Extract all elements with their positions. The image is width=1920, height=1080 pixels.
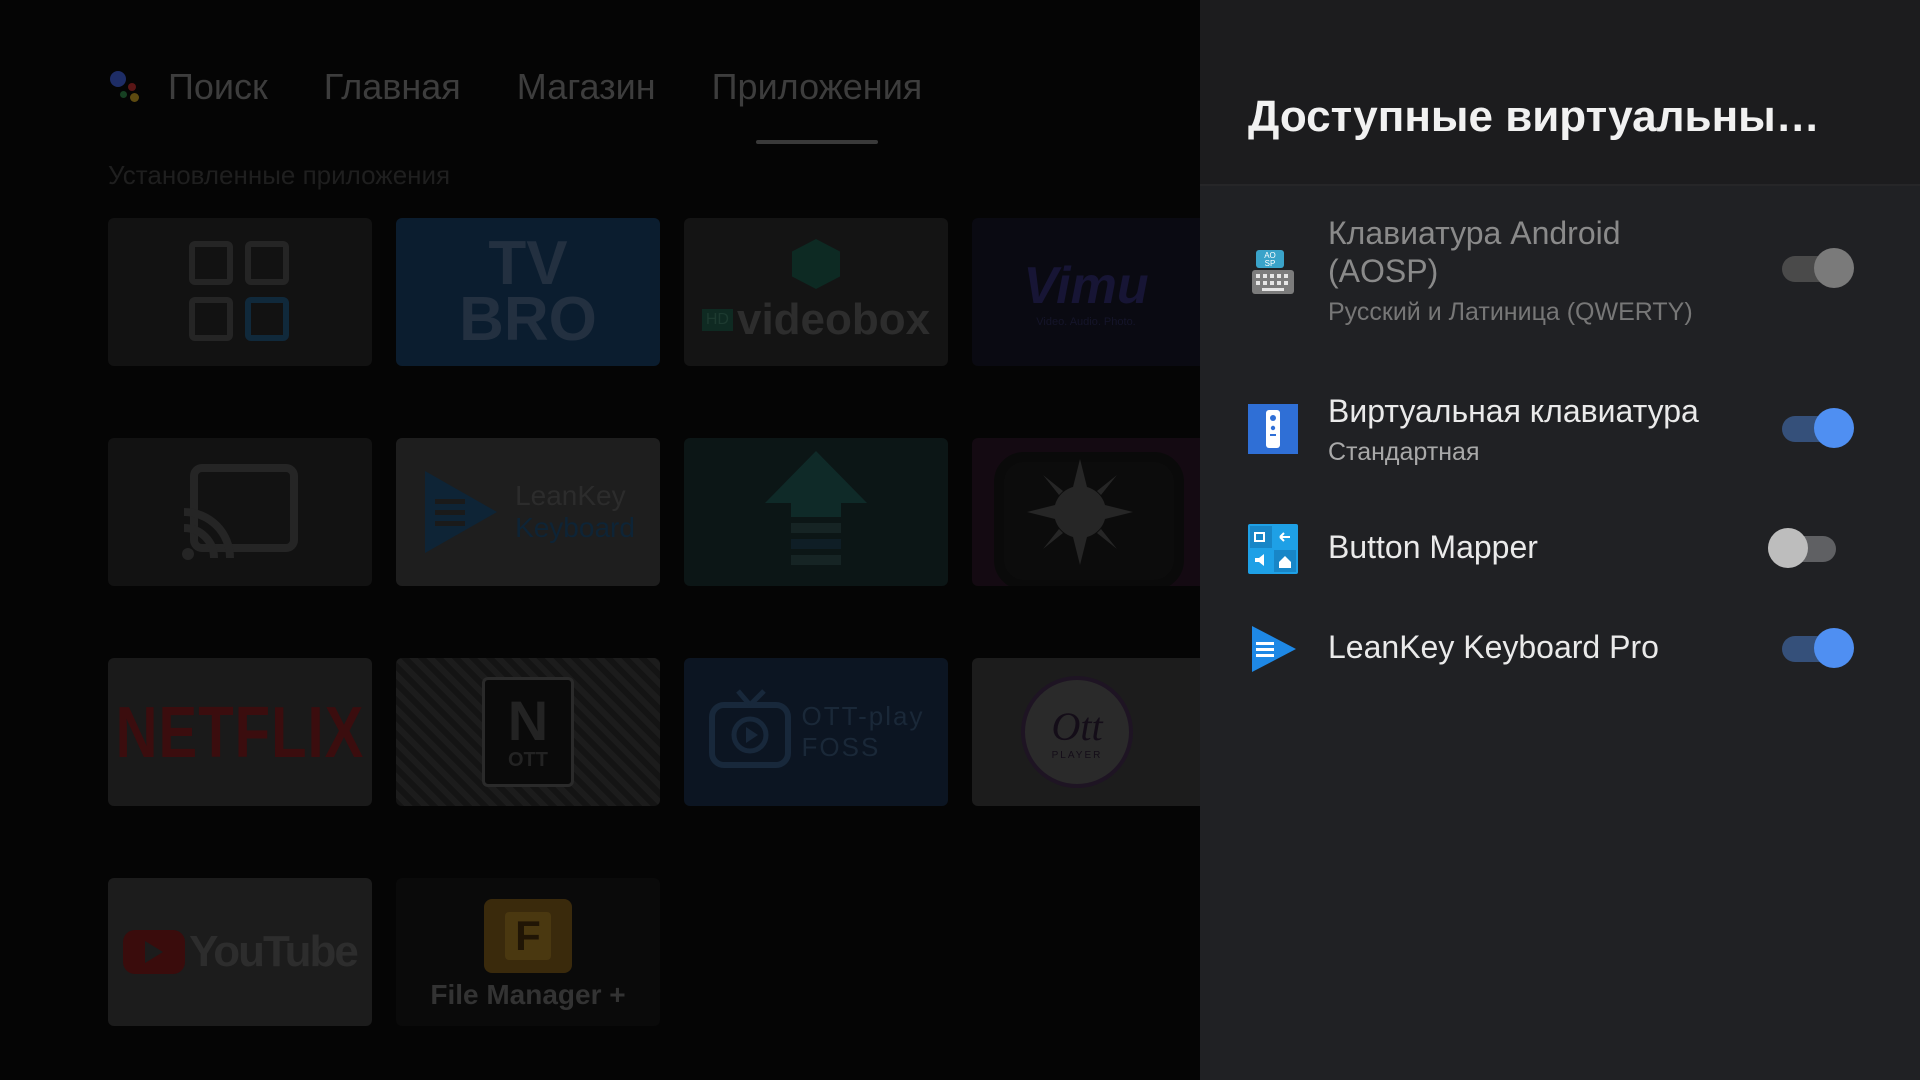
- app-tile-vimu[interactable]: Vimu Video. Audio. Photo.: [972, 218, 1200, 366]
- app-tile-youtube[interactable]: YouTube: [108, 878, 372, 1026]
- videobox-hd-badge: HD: [701, 309, 733, 331]
- app-tile-ott-play[interactable]: OTT-play FOSS: [684, 658, 948, 806]
- youtube-play-icon: [123, 930, 186, 974]
- ott-play-label-line2: FOSS: [801, 732, 881, 762]
- sun-icon: [1027, 459, 1133, 565]
- toggle-aosp[interactable]: [1782, 248, 1854, 288]
- ott-navigator-logo: N OTT: [482, 677, 574, 787]
- toggle-button-mapper[interactable]: [1768, 528, 1840, 568]
- installed-apps-heading: Установленные приложения: [108, 160, 451, 190]
- virtual-keyboards-panel: Доступные виртуальны… AO SP Клавиатура A…: [1200, 0, 1920, 1080]
- app-tile-file-manager[interactable]: F File Manager +: [396, 878, 660, 1026]
- keyboard-title-line2: (AOSP): [1328, 253, 1439, 289]
- nav-home[interactable]: Главная: [324, 66, 461, 108]
- toggle-leankey[interactable]: [1782, 628, 1854, 668]
- keyboard-subtitle: Русский и Латиница (QWERTY): [1328, 298, 1693, 326]
- app-tile-apps-grid[interactable]: [108, 218, 372, 366]
- toggle-knob: [1814, 248, 1854, 288]
- aosp-keyboard-icon: AO SP: [1252, 250, 1294, 294]
- file-manager-folder-icon: F: [484, 899, 572, 973]
- keyboard-title: Button Mapper: [1328, 529, 1538, 565]
- leankey-logo-icon: [425, 471, 498, 553]
- vimu-logo: Vimu: [1023, 257, 1149, 315]
- app-tile-ott-navigator[interactable]: N OTT: [396, 658, 660, 806]
- videobox-cube-icon: [792, 239, 840, 289]
- ott-play-tv-icon: [708, 689, 791, 768]
- top-navigation: Поиск Главная Магазин Приложения: [108, 62, 978, 144]
- ott-play-label-line1: OTT-play: [801, 701, 925, 731]
- keyboard-subtitle: Стандартная: [1328, 438, 1480, 466]
- youtube-logo-text: YouTube: [189, 927, 359, 976]
- keyboard-row-leankey[interactable]: LeanKey Keyboard Pro: [1248, 624, 1854, 674]
- app-tile-videobox[interactable]: HD videobox: [684, 218, 948, 366]
- nav-search[interactable]: Поиск: [168, 66, 268, 108]
- vimu-tagline: Video. Audio. Photo.: [1036, 316, 1136, 328]
- app-tile-cast[interactable]: [108, 438, 372, 586]
- toggle-knob: [1814, 628, 1854, 668]
- keyboard-row-button-mapper[interactable]: Button Mapper: [1248, 524, 1848, 574]
- google-assistant-icon[interactable]: [108, 67, 148, 107]
- svg-text:SP: SP: [1265, 259, 1276, 268]
- toggle-virtual-keyboard[interactable]: [1782, 408, 1854, 448]
- leankey-label-line1: LeanKey: [515, 480, 626, 511]
- panel-header: Доступные виртуальны…: [1200, 0, 1920, 186]
- panel-title: Доступные виртуальны…: [1248, 92, 1820, 141]
- leankey-label-line2: Keyboard: [515, 512, 635, 543]
- file-manager-label: File Manager +: [430, 979, 626, 1010]
- cast-icon: [182, 464, 298, 560]
- tv-bro-logo: TV BRO: [459, 229, 597, 354]
- upload-arrow-icon: [765, 451, 867, 565]
- keyboard-text-virtual: Виртуальная клавиатура Стандартная: [1328, 392, 1699, 467]
- launcher-background: Поиск Главная Магазин Приложения Установ…: [0, 0, 1200, 1080]
- toggle-knob: [1768, 528, 1808, 568]
- leankey-icon: [1252, 626, 1296, 672]
- toggle-knob: [1814, 408, 1854, 448]
- app-tile-uploader[interactable]: [684, 438, 948, 586]
- apps-grid-icon: [189, 241, 289, 341]
- ott-player-logo: Ott PLAYER: [1021, 676, 1133, 788]
- videobox-logo: videobox: [736, 295, 931, 344]
- keyboard-row-aosp[interactable]: AO SP Клавиатура Android (AOSP) Русский …: [1248, 214, 1854, 334]
- app-tile-sun[interactable]: [972, 438, 1200, 586]
- app-tile-leankey[interactable]: LeanKey Keyboard: [396, 438, 660, 586]
- keyboard-title: Клавиатура Android (AOSP): [1328, 214, 1693, 290]
- app-tile-ott-player[interactable]: Ott PLAYER: [972, 658, 1200, 806]
- netflix-logo: NETFLIX: [115, 691, 365, 773]
- keyboard-title: Виртуальная клавиатура: [1328, 393, 1699, 429]
- app-tile-tv-bro[interactable]: TV BRO: [396, 218, 660, 366]
- keyboard-text-button-mapper: Button Mapper: [1328, 528, 1538, 566]
- nav-apps[interactable]: Приложения: [712, 66, 922, 144]
- keyboard-row-virtual[interactable]: Виртуальная клавиатура Стандартная: [1248, 392, 1854, 482]
- keyboard-title: LeanKey Keyboard Pro: [1328, 629, 1659, 665]
- keyboard-text-leankey: LeanKey Keyboard Pro: [1328, 628, 1659, 666]
- keyboard-title-line1: Клавиатура Android: [1328, 215, 1621, 251]
- remote-keyboard-icon: [1248, 404, 1298, 454]
- keyboard-text-aosp: Клавиатура Android (AOSP) Русский и Лати…: [1328, 214, 1693, 327]
- app-tile-netflix[interactable]: NETFLIX: [108, 658, 372, 806]
- nav-store[interactable]: Магазин: [517, 66, 656, 108]
- button-mapper-icon: [1248, 524, 1298, 574]
